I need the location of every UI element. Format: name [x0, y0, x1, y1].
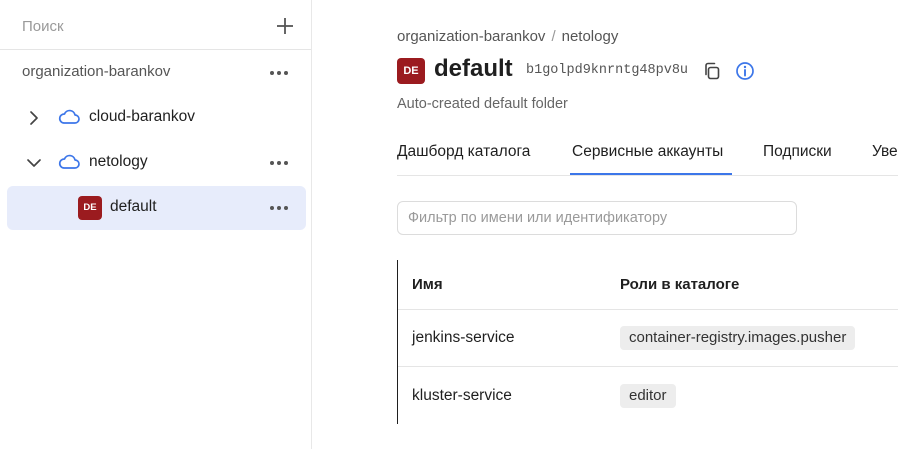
role-chip: container-registry.images.pusher: [620, 326, 856, 350]
page-header: DE default b1golpd9knrntg48pv8u: [397, 55, 897, 85]
page-title: default: [434, 55, 513, 82]
folder-badge: DE: [78, 196, 102, 220]
organization-label: organization-barankov: [22, 63, 171, 80]
folder-badge: DE: [397, 58, 425, 84]
sidebar-item-cloud-barankov[interactable]: cloud-barankov: [0, 96, 311, 140]
copy-icon[interactable]: [702, 61, 722, 81]
service-accounts-table: Имя Роли в каталоге jenkins-service cont…: [397, 260, 898, 424]
sidebar-search-row: [0, 0, 311, 50]
chevron-right-icon[interactable]: [26, 110, 42, 126]
sidebar: organization-barankov cloud-barankov net…: [0, 0, 312, 449]
sidebar-item-label: default: [110, 198, 157, 215]
column-header-name[interactable]: Имя: [412, 276, 443, 293]
sidebar-organization[interactable]: organization-barankov: [0, 55, 311, 91]
sidebar-item-label: netology: [89, 153, 148, 170]
breadcrumb: organization-barankov / netology: [397, 28, 618, 45]
chevron-down-icon[interactable]: [26, 155, 42, 171]
cloud-icon: [58, 109, 80, 124]
breadcrumb-separator: /: [551, 28, 556, 45]
breadcrumb-organization[interactable]: organization-barankov: [397, 28, 545, 45]
more-dots-icon[interactable]: [268, 156, 290, 170]
table-header: Имя Роли в каталоге: [398, 260, 898, 310]
breadcrumb-cloud[interactable]: netology: [562, 28, 619, 45]
role-chip: editor: [620, 384, 676, 408]
account-name[interactable]: jenkins-service: [412, 329, 515, 347]
table-row[interactable]: jenkins-service container-registry.image…: [398, 311, 898, 367]
sidebar-item-default[interactable]: DE default: [7, 186, 306, 230]
tab-subscriptions[interactable]: Подписки: [763, 143, 832, 161]
tab-notifications[interactable]: Уве: [872, 143, 898, 161]
sidebar-item-netology[interactable]: netology: [0, 141, 311, 185]
table-row[interactable]: kluster-service editor: [398, 368, 898, 424]
tab-dashboard[interactable]: Дашборд каталога: [397, 143, 530, 161]
more-dots-icon[interactable]: [268, 66, 290, 80]
column-header-roles[interactable]: Роли в каталоге: [620, 276, 739, 293]
sidebar-item-label: cloud-barankov: [89, 108, 195, 125]
active-tab-indicator: [570, 173, 732, 175]
account-name[interactable]: kluster-service: [412, 387, 512, 405]
more-dots-icon[interactable]: [268, 201, 290, 215]
tab-service-accounts[interactable]: Сервисные аккаунты: [572, 143, 723, 161]
sidebar-search-input[interactable]: [22, 15, 262, 37]
info-icon[interactable]: [735, 61, 755, 81]
filter-input[interactable]: [397, 201, 797, 235]
folder-description: Auto-created default folder: [397, 96, 568, 112]
cloud-icon: [58, 154, 80, 169]
plus-icon[interactable]: [272, 13, 298, 39]
main-content: organization-barankov / netology DE defaul…: [313, 0, 898, 449]
tab-bar: Дашборд каталога Сервисные аккаунты Подп…: [397, 130, 898, 176]
folder-id: b1golpd9knrntg48pv8u: [526, 63, 689, 78]
